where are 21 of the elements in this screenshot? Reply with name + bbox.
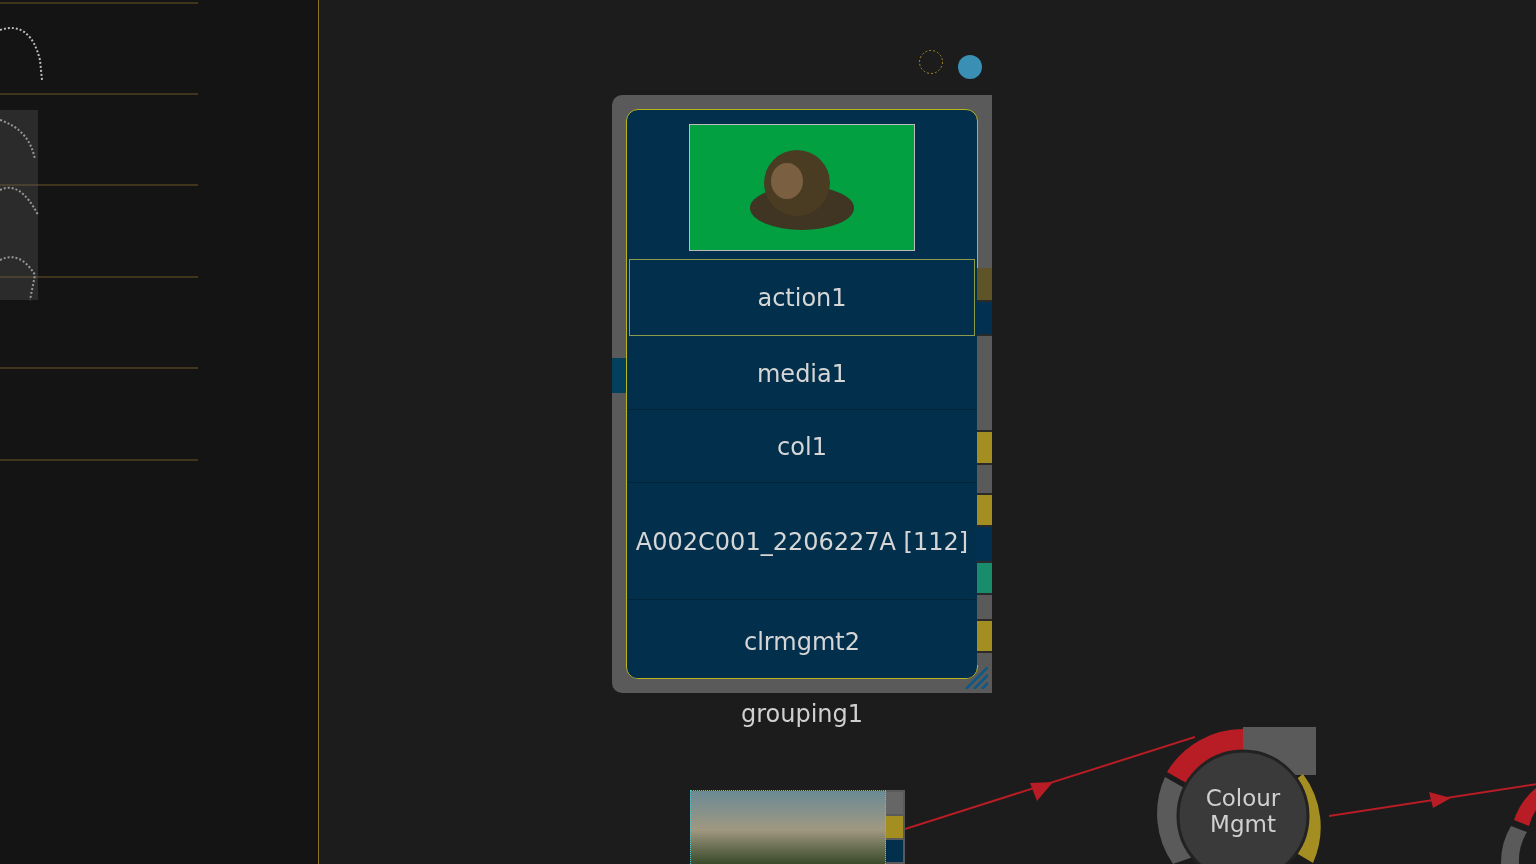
- output-port[interactable]: [977, 653, 992, 665]
- node-title: grouping1: [739, 699, 865, 730]
- output-port[interactable]: [886, 816, 903, 838]
- output-port[interactable]: [977, 595, 992, 619]
- output-port[interactable]: [977, 302, 992, 334]
- output-port[interactable]: [977, 621, 992, 651]
- output-port[interactable]: [886, 792, 903, 814]
- output-port[interactable]: [886, 840, 903, 862]
- output-port[interactable]: [977, 527, 992, 561]
- output-port[interactable]: [977, 563, 992, 593]
- output-port[interactable]: [977, 432, 992, 463]
- group-item[interactable]: action1: [629, 259, 975, 336]
- output-port[interactable]: [977, 336, 992, 430]
- input-port[interactable]: [612, 358, 626, 393]
- output-port[interactable]: [977, 495, 992, 525]
- output-port[interactable]: [977, 268, 992, 300]
- output-port[interactable]: [977, 465, 992, 493]
- circle-icon[interactable]: [958, 55, 982, 79]
- group-node[interactable]: action1 media1 col1 A002C001_2206227A [112] clrmgmt2: [612, 95, 992, 693]
- dotted-circle-icon[interactable]: [918, 49, 944, 75]
- resize-handle-icon[interactable]: [964, 667, 988, 689]
